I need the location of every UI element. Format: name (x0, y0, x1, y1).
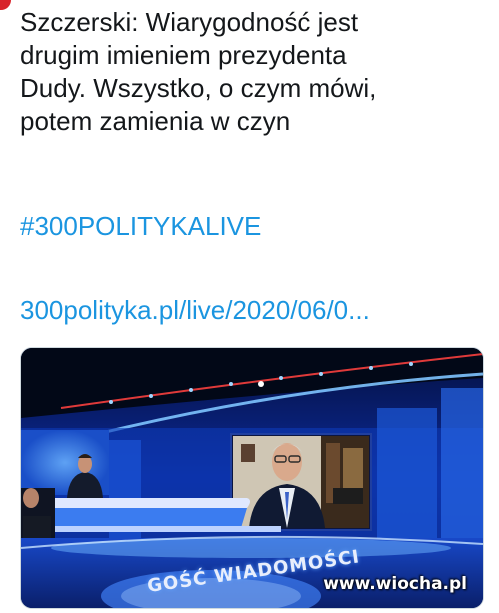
url-link[interactable]: 300polityka.pl/live/2020/06/0... (20, 294, 490, 327)
tweet-media-image[interactable]: GOŚĆ WIADOMOŚCI www.wiocha.pl (20, 347, 484, 609)
watermark: www.wiocha.pl (323, 574, 467, 594)
hashtag-link[interactable]: #300POLITYKALIVE (20, 210, 261, 243)
tweet-text: Szczerski: Wiarygodność jest drugim imie… (20, 7, 377, 136)
avatar[interactable] (0, 0, 11, 10)
